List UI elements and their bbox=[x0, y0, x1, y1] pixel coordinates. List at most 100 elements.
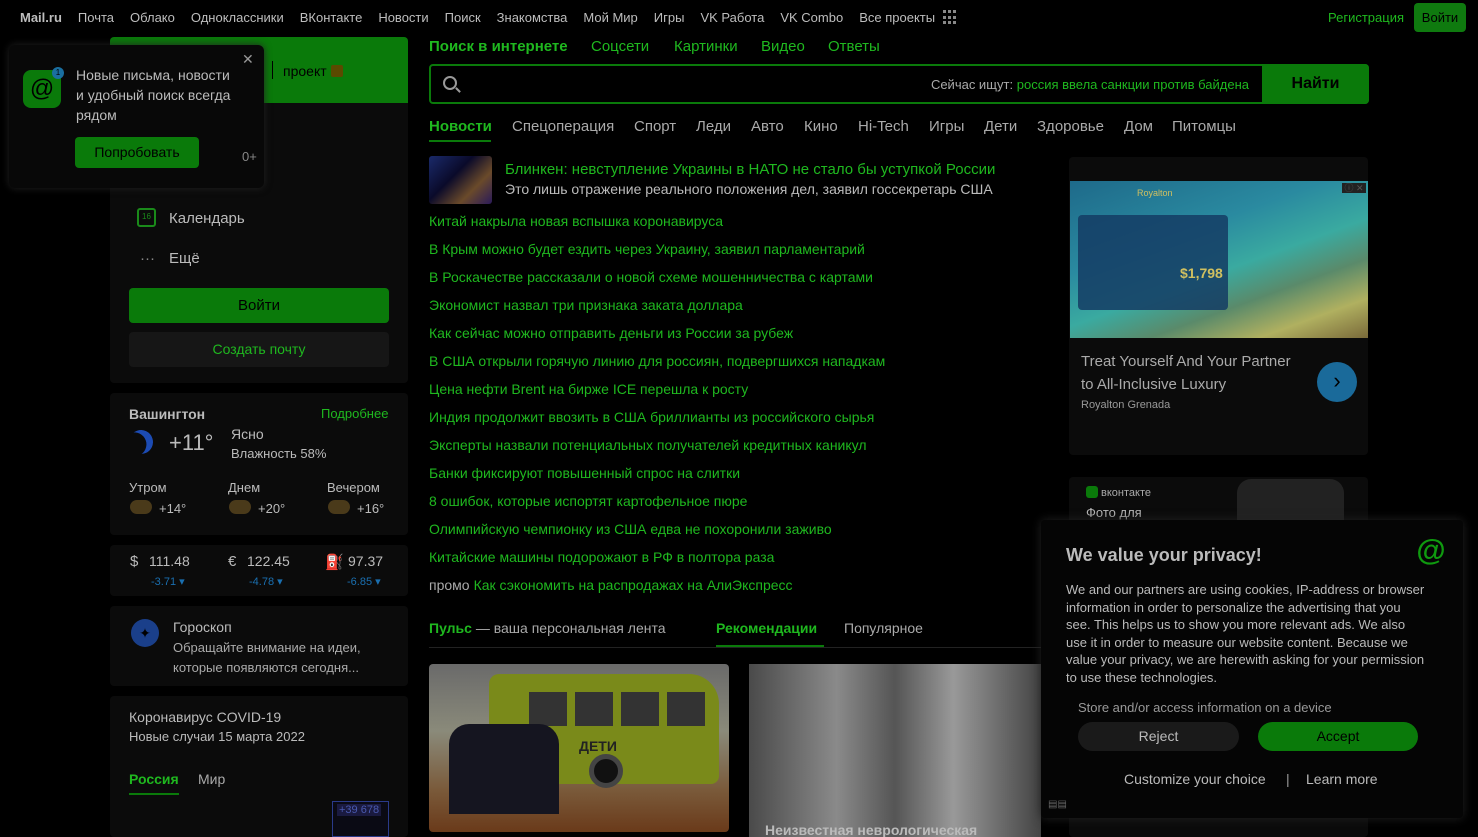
covid-title[interactable]: Коронавирус COVID-19 bbox=[129, 709, 281, 725]
lead-news-subtitle[interactable]: Это лишь отражение реального положения д… bbox=[505, 181, 993, 197]
top-nav-link-search[interactable]: Поиск bbox=[445, 10, 481, 25]
accept-button[interactable]: Accept bbox=[1258, 722, 1418, 751]
close-icon[interactable]: ✕ bbox=[242, 51, 254, 68]
category-pets[interactable]: Питомцы bbox=[1172, 118, 1236, 135]
covid-tab-world[interactable]: Мир bbox=[198, 771, 225, 787]
news-item[interactable]: Олимпийскую чемпионку из США едва не пох… bbox=[429, 521, 832, 537]
category-games[interactable]: Игры bbox=[929, 118, 964, 135]
news-item[interactable]: Банки фиксируют повышенный спрос на слит… bbox=[429, 465, 740, 481]
try-button[interactable]: Попробовать bbox=[75, 137, 199, 168]
horoscope-text[interactable]: Обращайте внимание на идеи, которые появ… bbox=[173, 638, 373, 678]
top-nav-link-vkcombo[interactable]: VK Combo bbox=[780, 10, 843, 25]
category-health[interactable]: Здоровье bbox=[1037, 118, 1104, 135]
news-item[interactable]: В США открыли горячую линию для россиян,… bbox=[429, 353, 885, 369]
search-tab-answers[interactable]: Ответы bbox=[828, 38, 880, 55]
top-nav-link-vk[interactable]: ВКонтакте bbox=[300, 10, 363, 25]
ad-brand: Royalton Grenada bbox=[1081, 399, 1171, 411]
top-nav-link-mailru[interactable]: Mail.ru bbox=[20, 10, 62, 25]
ad-title[interactable]: Treat Yourself And Your Partner to All-I… bbox=[1081, 350, 1306, 396]
news-item[interactable]: Как сейчас можно отправить деньги из Рос… bbox=[429, 325, 793, 341]
search-tab-images[interactable]: Картинки bbox=[674, 38, 738, 55]
category-specop[interactable]: Спецоперация bbox=[512, 118, 614, 135]
customize-link[interactable]: Customize your choice bbox=[1124, 771, 1266, 787]
menu-item-calendar[interactable]: Календарь bbox=[169, 210, 245, 227]
lead-news-title[interactable]: Блинкен: невступление Украины в НАТО не … bbox=[505, 161, 995, 178]
feed-card-neuro[interactable]: Неизвестная неврологическая bbox=[749, 664, 1041, 837]
lead-news-thumbnail[interactable] bbox=[429, 156, 492, 204]
rate-eur-value[interactable]: 122.45 bbox=[247, 553, 290, 569]
top-nav-link-games[interactable]: Игры bbox=[654, 10, 685, 25]
top-login-button[interactable]: Войти bbox=[1414, 3, 1466, 32]
search-input[interactable]: Сейчас ищут: россия ввела санкции против… bbox=[429, 64, 1369, 104]
category-kino[interactable]: Кино bbox=[804, 118, 838, 135]
news-item[interactable]: Индия продолжит ввозить в США бриллианты… bbox=[429, 409, 874, 425]
category-hitech[interactable]: Hi-Tech bbox=[858, 118, 909, 135]
category-lady[interactable]: Леди bbox=[696, 118, 731, 135]
top-nav-link-all-projects[interactable]: Все проекты bbox=[859, 10, 935, 25]
rate-usd-change: -3.71 ▾ bbox=[151, 576, 185, 588]
news-item[interactable]: Эксперты назвали потенциальных получател… bbox=[429, 437, 867, 453]
weather-city[interactable]: Вашингтон bbox=[129, 406, 205, 422]
news-item[interactable]: Экономист назвал три признака заката дол… bbox=[429, 297, 743, 313]
category-auto[interactable]: Авто bbox=[751, 118, 784, 135]
weather-part-label: Вечером bbox=[327, 480, 380, 495]
search-button[interactable]: Найти bbox=[1262, 64, 1369, 104]
search-tab-video[interactable]: Видео bbox=[761, 38, 805, 55]
category-home[interactable]: Дом bbox=[1124, 118, 1153, 135]
category-kids[interactable]: Дети bbox=[984, 118, 1017, 135]
rate-usd-value[interactable]: 111.48 bbox=[149, 553, 190, 569]
mail-at-logo-icon: @ bbox=[1416, 534, 1446, 567]
top-nav-link-ok[interactable]: Одноклассники bbox=[191, 10, 284, 25]
category-sport[interactable]: Спорт bbox=[634, 118, 676, 135]
login-button[interactable]: Войти bbox=[129, 288, 389, 323]
settings-icon[interactable]: ▤▤ bbox=[1048, 799, 1067, 810]
category-news[interactable]: Новости bbox=[429, 118, 492, 135]
news-item[interactable]: В Роскачестве рассказали о новой схеме м… bbox=[429, 269, 873, 285]
bus-sign: ДЕТИ bbox=[579, 738, 617, 754]
horoscope-title[interactable]: Гороскоп bbox=[173, 619, 232, 635]
weather-part-temp: +20° bbox=[258, 501, 286, 516]
privacy-heading: We value your privacy! bbox=[1066, 545, 1262, 565]
project-badge-icon bbox=[330, 65, 343, 77]
promo-news-item[interactable]: промо Как сэкономить на распродажах на Ал… bbox=[429, 577, 793, 593]
project-label[interactable]: проект bbox=[283, 63, 343, 79]
ad-offer-box bbox=[1078, 215, 1228, 310]
wheel bbox=[589, 754, 623, 788]
top-nav-link-dating[interactable]: Знакомства bbox=[497, 10, 568, 25]
search-tab-web[interactable]: Поиск в интернете bbox=[429, 38, 568, 55]
search-trending-hint[interactable]: Сейчас ищут: россия ввела санкции против… bbox=[931, 77, 1249, 92]
weather-more-link[interactable]: Подробнее bbox=[321, 406, 388, 421]
create-mail-button[interactable]: Создать почту bbox=[129, 332, 389, 367]
news-item[interactable]: 8 ошибок, которые испортят картофельное … bbox=[429, 493, 747, 509]
pulse-feed-title[interactable]: Пульс — ваша персональная лента bbox=[429, 620, 666, 636]
header-separator bbox=[272, 61, 273, 79]
top-nav-link-news[interactable]: Новости bbox=[378, 10, 428, 25]
feed-card-bus[interactable]: ДЕТИ bbox=[429, 664, 729, 832]
rate-oil-value[interactable]: 97.37 bbox=[348, 553, 383, 569]
ad-close-icon[interactable]: ⓘ ✕ bbox=[1342, 183, 1366, 193]
tab-popular[interactable]: Популярное bbox=[844, 620, 923, 636]
news-item[interactable]: Китай накрыла новая вспышка коронавируса bbox=[429, 213, 723, 229]
apps-grid-icon[interactable] bbox=[943, 10, 957, 25]
reject-button[interactable]: Reject bbox=[1078, 722, 1239, 751]
covid-tab-russia[interactable]: Россия bbox=[129, 771, 179, 795]
register-link[interactable]: Регистрация bbox=[1328, 10, 1404, 25]
top-nav-link-vkwork[interactable]: VK Работа bbox=[700, 10, 764, 25]
news-item[interactable]: Цена нефти Brent на бирже ICE перешла к … bbox=[429, 381, 748, 397]
news-item[interactable]: Китайские машины подорожают в РФ в полто… bbox=[429, 549, 774, 565]
top-nav-link-moymir[interactable]: Мой Мир bbox=[583, 10, 637, 25]
search-tab-social[interactable]: Соцсети bbox=[591, 38, 649, 55]
news-item[interactable]: В Крым можно будет ездить через Украину,… bbox=[429, 241, 865, 257]
top-nav-link-pochta[interactable]: Почта bbox=[78, 10, 114, 25]
top-nav-link-oblako[interactable]: Облако bbox=[130, 10, 175, 25]
feed-card-caption[interactable]: Неизвестная неврологическая bbox=[765, 822, 977, 837]
popup-count: 0+ bbox=[242, 149, 257, 164]
chevron-right-icon[interactable]: › bbox=[1317, 362, 1357, 402]
oil-icon: ⛽ bbox=[325, 554, 344, 571]
calendar-icon: 16 bbox=[137, 208, 156, 227]
learn-more-link[interactable]: Learn more bbox=[1306, 771, 1378, 787]
tab-recommendations[interactable]: Рекомендации bbox=[716, 620, 817, 636]
menu-item-more[interactable]: Ещё bbox=[169, 250, 200, 267]
vk-logo: вконтакте bbox=[1086, 486, 1151, 499]
vk-icon bbox=[1086, 486, 1098, 498]
